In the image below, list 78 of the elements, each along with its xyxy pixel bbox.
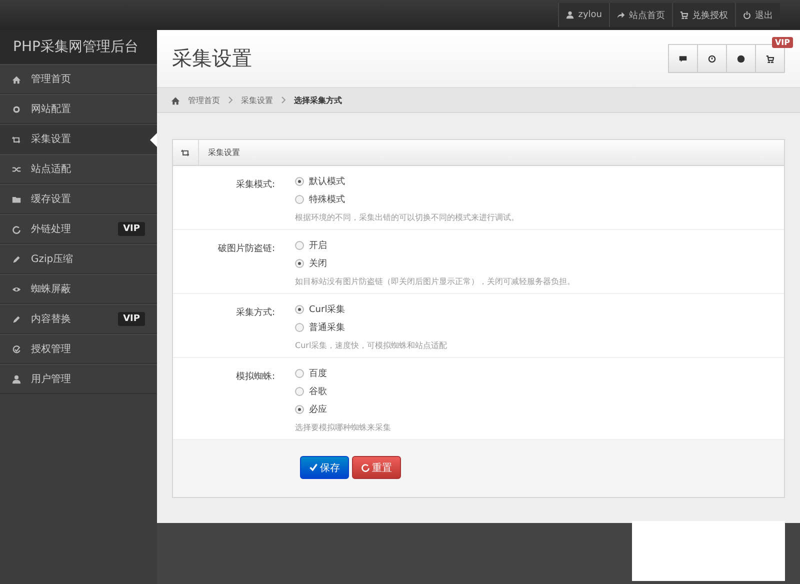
chevron-icon [281, 96, 286, 104]
radio-button[interactable] [295, 387, 304, 396]
reset-button[interactable]: 重置 [352, 456, 401, 479]
sidebar-item[interactable]: 蜘蛛屏蔽 [0, 274, 157, 304]
radio-button[interactable] [295, 241, 304, 250]
vip-badge: VIP [118, 312, 145, 326]
page-title: 采集设置 [172, 45, 252, 72]
help-text: 根据环境的不同，采集出错的可以切换不同的模式来进行调试。 [295, 212, 519, 223]
folder-icon [12, 194, 21, 204]
toolbar-button[interactable] [697, 44, 727, 73]
sidebar-item[interactable]: 用户管理 [0, 364, 157, 394]
radio-button[interactable] [295, 195, 304, 204]
radio-option[interactable]: 百度 [295, 366, 391, 381]
share-icon [617, 11, 625, 19]
toolbar-button[interactable] [755, 44, 785, 73]
toolbar-button[interactable] [668, 44, 698, 73]
top-nav-link[interactable]: 兑换授权 [672, 3, 735, 27]
radio-button[interactable] [295, 305, 304, 314]
radio-option[interactable]: 必应 [295, 402, 391, 417]
breadcrumb-link[interactable]: 选择采集方式 [294, 94, 342, 106]
sidebar-item[interactable]: 内容替换 VIP [0, 304, 157, 334]
sidebar-item[interactable]: 采集设置 [0, 124, 157, 154]
refresh-icon [361, 463, 370, 472]
top-nav-link[interactable]: 站点首页 [609, 3, 672, 27]
field-label: 采集方式: [234, 306, 276, 320]
sidebar-item[interactable]: 外链处理 VIP [0, 214, 157, 244]
field-label: 模拟蜘蛛: [234, 370, 276, 384]
comment-icon [679, 54, 687, 62]
clock-icon [708, 54, 716, 62]
user-icon [12, 374, 21, 384]
radio-button[interactable] [295, 177, 304, 186]
save-button[interactable]: 保存 [300, 456, 349, 479]
top-nav-link[interactable]: zylou [558, 3, 609, 27]
help-text: 选择要模拟哪种蜘蛛来采集 [295, 422, 391, 433]
radio-button[interactable] [295, 259, 304, 268]
shuffle-icon [12, 164, 21, 174]
check-icon [12, 344, 21, 354]
pencil-icon [12, 314, 21, 324]
vip-badge: VIP [118, 222, 145, 236]
power-icon [743, 11, 751, 19]
refresh-icon [12, 224, 21, 234]
top-nav-link[interactable]: 退出 [735, 3, 780, 27]
field-label: 采集模式: [234, 178, 276, 192]
sidebar-item[interactable]: 授权管理 [0, 334, 157, 364]
toolbar-button[interactable] [726, 44, 756, 73]
breadcrumb-link[interactable]: 采集设置 [241, 94, 273, 106]
radio-option[interactable]: 开启 [295, 238, 575, 253]
checkmark-icon [309, 463, 318, 472]
help-text: Curl采集，速度快，可模拟蜘蛛和站点适配 [295, 340, 448, 351]
retweet-icon [181, 148, 190, 157]
user-icon [566, 11, 574, 19]
chevron-icon [228, 96, 233, 104]
field-label: 破图片防盗链: [216, 242, 276, 256]
sidebar-item[interactable]: 缓存设置 [0, 184, 157, 214]
panel-title: 采集设置 [207, 147, 240, 158]
eye-icon [12, 284, 21, 294]
radio-option[interactable]: 谷歌 [295, 384, 391, 399]
brand-title: PHP采集网管理后台 [13, 38, 138, 56]
breadcrumb-link[interactable]: 管理首页 [188, 94, 220, 106]
home-icon [12, 74, 21, 84]
vip-badge: VIP [772, 37, 793, 48]
radio-button[interactable] [295, 405, 304, 414]
sidebar-item[interactable]: 站点适配 [0, 154, 157, 184]
pencil-icon [12, 254, 21, 264]
radio-option[interactable]: 特殊模式 [295, 192, 519, 207]
radio-button[interactable] [295, 323, 304, 332]
cart-icon [680, 11, 688, 19]
home-icon [171, 96, 180, 104]
radio-option[interactable]: 关闭 [295, 256, 575, 271]
help-text: 如目标站没有图片防盗链（即关闭后图片显示正常），关闭可减轻服务器负担。 [295, 276, 575, 287]
radio-option[interactable]: Curl采集 [295, 302, 448, 317]
radio-option[interactable]: 默认模式 [295, 174, 519, 189]
cart-icon [766, 54, 774, 62]
radio-option[interactable]: 普通采集 [295, 320, 448, 335]
sidebar-item[interactable]: 管理首页 [0, 64, 157, 94]
retweet-icon [12, 134, 21, 144]
radio-button[interactable] [295, 369, 304, 378]
sidebar-item[interactable]: Gzip压缩 [0, 244, 157, 274]
